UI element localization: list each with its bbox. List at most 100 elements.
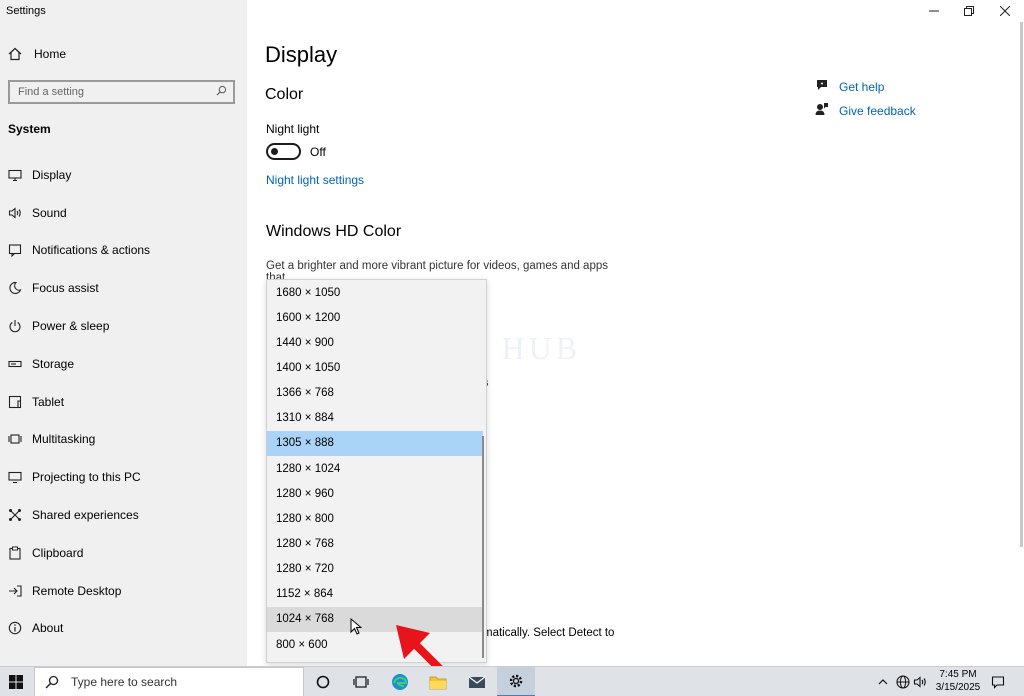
sidebar-item-about[interactable]: About [0, 610, 247, 648]
resolution-option[interactable]: 1280 × 960 [267, 481, 483, 506]
tablet-icon [8, 395, 22, 409]
multitasking-icon [8, 432, 22, 446]
moon-icon [8, 281, 22, 295]
remote-desktop-icon [8, 584, 22, 598]
resolution-option[interactable]: 1600 × 1200 [267, 305, 483, 330]
get-help-link[interactable]: Get help [815, 78, 884, 95]
sidebar-item-clipboard[interactable]: Clipboard [0, 534, 247, 572]
windows-logo-icon [9, 675, 23, 689]
section-label-system: System [8, 122, 51, 136]
sidebar-item-shared-experiences[interactable]: Shared experiences [0, 496, 247, 534]
resolution-dropdown-list[interactable]: 1680 × 1050 1600 × 1200 1440 × 900 1400 … [266, 279, 487, 663]
sidebar-item-label: About [32, 621, 64, 636]
help-chat-icon [815, 78, 829, 95]
sidebar-item-notifications[interactable]: Notifications & actions [0, 232, 247, 270]
info-icon [8, 621, 22, 635]
sidebar-home[interactable]: Home [8, 47, 66, 61]
storage-icon [8, 357, 22, 371]
clipboard-icon [8, 546, 22, 560]
obscured-text-fragment: matically. Select Detect to [483, 627, 615, 639]
restore-icon[interactable] [959, 4, 979, 18]
color-heading: Color [265, 86, 304, 103]
app-title: Settings [6, 5, 46, 17]
sidebar-item-label: Notifications & actions [32, 243, 151, 258]
night-light-label: Night light [266, 122, 320, 136]
volume-icon[interactable] [912, 667, 928, 696]
sidebar-item-label: Shared experiences [32, 508, 139, 523]
resolution-option[interactable]: 1280 × 720 [267, 557, 483, 582]
sidebar-item-display[interactable]: Display [0, 156, 247, 194]
sidebar-nav: Display Sound Notifications & actions Fo… [0, 156, 247, 647]
show-hidden-icons-chevron-icon[interactable] [876, 667, 890, 696]
sidebar-item-label: Focus assist [32, 281, 99, 296]
start-button[interactable] [0, 667, 32, 696]
sidebar-item-remote-desktop[interactable]: Remote Desktop [0, 572, 247, 610]
clock-time: 7:45 PM [939, 669, 977, 680]
taskbar-search-icon [45, 675, 59, 689]
settings-search-box[interactable] [8, 80, 235, 104]
mouse-cursor-icon [350, 618, 362, 635]
sidebar-item-label: Remote Desktop [32, 583, 122, 598]
settings-search-input[interactable] [18, 86, 198, 98]
resolution-option[interactable]: 1280 × 1024 [267, 456, 483, 481]
home-icon [8, 47, 22, 61]
resolution-option[interactable]: 1280 × 768 [267, 531, 483, 556]
resolution-option[interactable]: 1400 × 1050 [267, 355, 483, 380]
night-light-settings-link[interactable]: Night light settings [266, 173, 364, 187]
projecting-icon [8, 470, 22, 484]
sidebar-item-label: Power & sleep [32, 319, 110, 334]
taskbar-clock[interactable]: 7:45 PM 3/15/2025 [928, 668, 988, 694]
resolution-option[interactable]: 1152 × 864 [267, 582, 483, 607]
main-scrollbar[interactable] [1020, 22, 1023, 547]
give-feedback-link[interactable]: Give feedback [815, 102, 916, 119]
sidebar-item-tablet[interactable]: Tablet [0, 383, 247, 421]
sidebar-item-label: Storage [32, 356, 75, 371]
monitor-icon [8, 168, 22, 182]
sidebar-item-storage[interactable]: Storage [0, 345, 247, 383]
resolution-option[interactable]: 1366 × 768 [267, 381, 483, 406]
resolution-option[interactable]: 1440 × 900 [267, 330, 483, 355]
minimize-icon[interactable] [924, 4, 944, 18]
task-view-icon[interactable] [342, 667, 380, 696]
cortana-icon[interactable] [304, 667, 342, 696]
page-title: Display [265, 42, 338, 67]
feedback-icon [815, 102, 829, 119]
clock-date: 3/15/2025 [935, 682, 981, 693]
sidebar-item-label: Display [32, 167, 72, 182]
sidebar: Settings Home System Display Sound Notif… [0, 0, 247, 666]
resolution-option[interactable]: 1680 × 1050 [267, 280, 483, 305]
resolution-option[interactable]: 1280 × 800 [267, 506, 483, 531]
sidebar-item-projecting[interactable]: Projecting to this PC [0, 458, 247, 496]
notification-icon [8, 243, 22, 258]
resolution-option-selected[interactable]: 1305 × 888 [267, 430, 483, 456]
file-explorer-icon[interactable] [419, 667, 457, 696]
sidebar-item-focus-assist[interactable]: Focus assist [0, 269, 247, 307]
get-help-label: Get help [839, 79, 885, 94]
sidebar-item-multitasking[interactable]: Multitasking [0, 421, 247, 459]
give-feedback-label: Give feedback [839, 103, 916, 118]
sidebar-item-label: Tablet [32, 394, 65, 409]
mail-icon[interactable] [458, 667, 496, 696]
resolution-option[interactable]: 1310 × 884 [267, 406, 483, 431]
search-icon[interactable] [216, 85, 227, 99]
taskbar-search-input[interactable] [71, 675, 271, 689]
speaker-icon [8, 206, 22, 220]
shared-icon [8, 508, 22, 522]
settings-gear-icon[interactable] [497, 667, 535, 696]
night-light-toggle[interactable] [266, 143, 301, 160]
taskbar-search-box[interactable] [34, 667, 304, 696]
sidebar-item-label: Clipboard [32, 545, 84, 560]
sidebar-item-label: Projecting to this PC [32, 470, 141, 485]
hd-color-heading: Windows HD Color [266, 223, 402, 240]
home-label: Home [34, 47, 67, 61]
taskbar: 7:45 PM 3/15/2025 [0, 666, 1024, 696]
sidebar-item-sound[interactable]: Sound [0, 194, 247, 232]
power-icon [8, 319, 22, 333]
dropdown-scrollbar[interactable] [482, 436, 484, 658]
sidebar-item-label: Multitasking [32, 432, 96, 447]
edge-browser-icon[interactable] [381, 667, 419, 696]
action-center-icon[interactable] [986, 667, 1010, 696]
sidebar-item-power-sleep[interactable]: Power & sleep [0, 307, 247, 345]
network-globe-icon[interactable] [894, 667, 912, 696]
close-icon[interactable] [995, 4, 1015, 18]
